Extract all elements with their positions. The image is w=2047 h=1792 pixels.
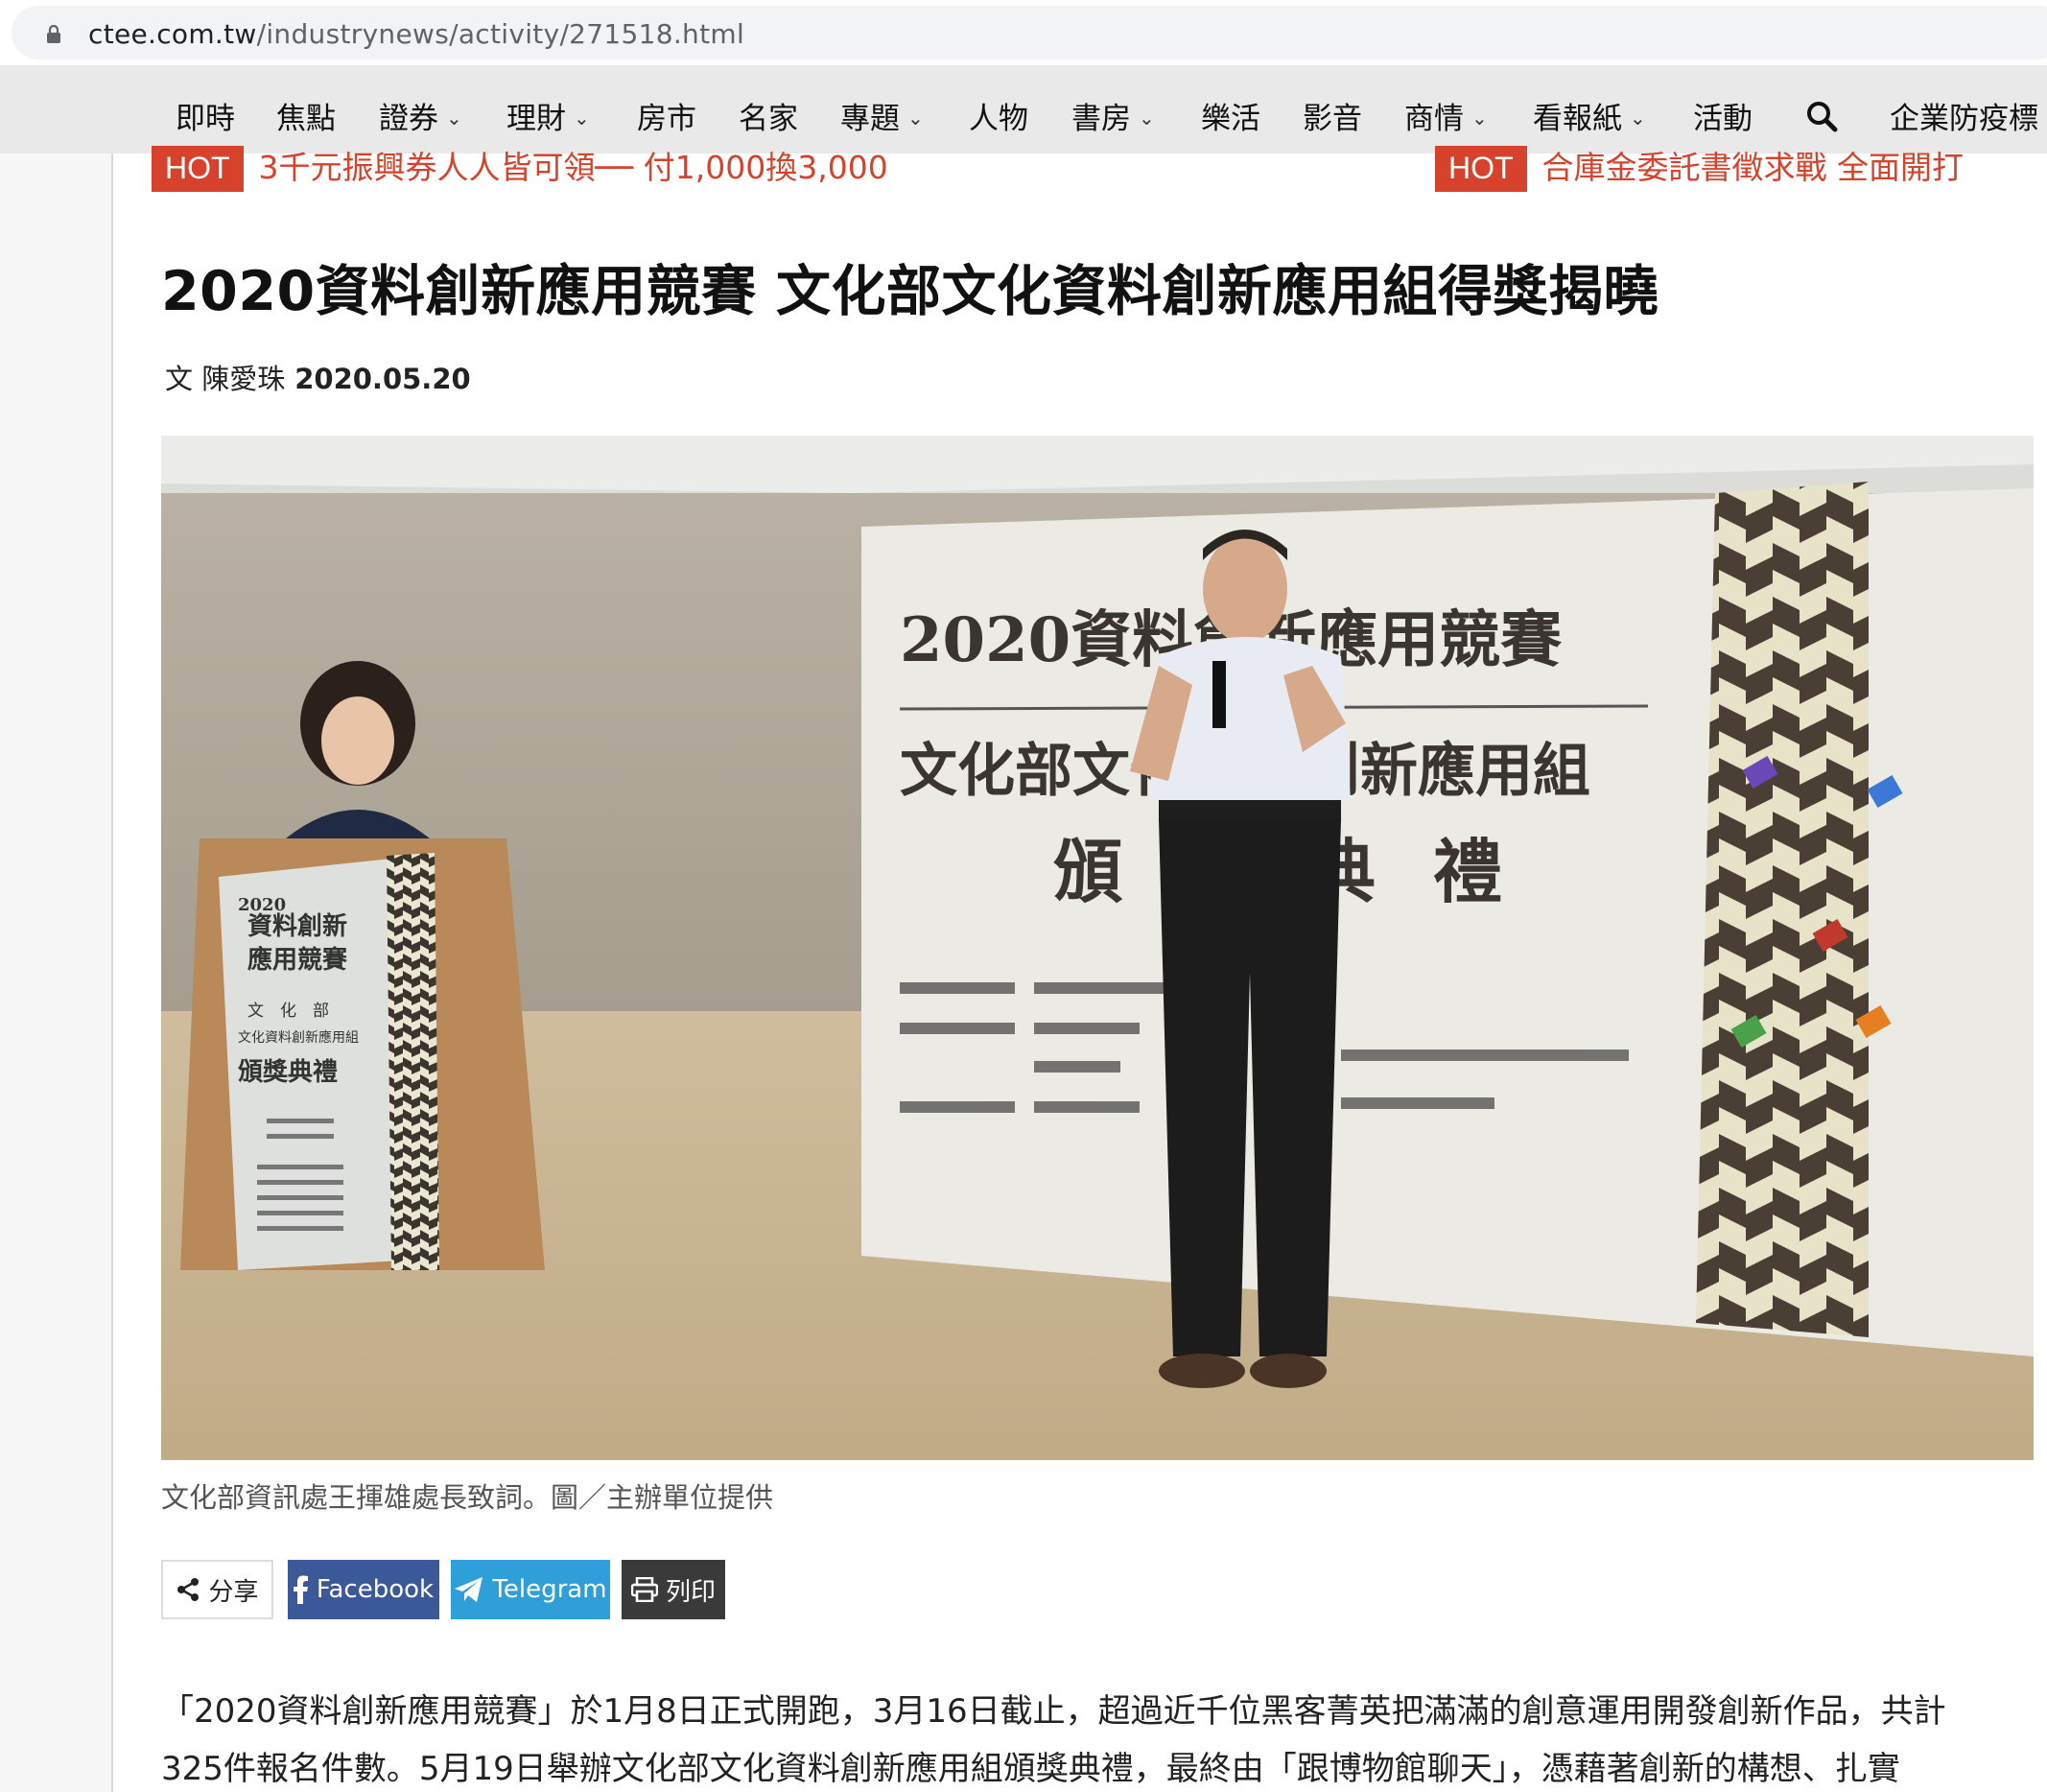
facebook-share-button[interactable]: Facebook: [288, 1560, 439, 1619]
hot-headline: 合庫金委託書徵求戰 全面開打: [1541, 149, 1965, 186]
byline: 文 陳愛珠 2020.05.20: [165, 357, 471, 397]
nav-item-epidemic-prevention[interactable]: 企業防疫標: [1890, 94, 2038, 137]
author: 文 陳愛珠: [165, 363, 286, 395]
telegram-share-button[interactable]: Telegram: [451, 1560, 610, 1619]
chevron-down-icon: ⌄: [446, 106, 462, 130]
telegram-icon: [455, 1577, 483, 1602]
chevron-down-icon: ⌄: [1139, 106, 1155, 130]
publish-date: 2020.05.20: [294, 363, 471, 395]
print-label: 列印: [665, 1577, 716, 1607]
hot-headline: 3千元振興券人人皆可領── 付1,000換3,000: [258, 149, 888, 186]
nav-item-label: 人物: [969, 102, 1028, 136]
nav-item[interactable]: 專題 ⌄: [840, 94, 924, 137]
browser-toolbar: ctee.com.tw/industrynews/activity/271518…: [0, 0, 2047, 65]
address-bar[interactable]: ctee.com.tw/industrynews/activity/271518…: [12, 6, 2047, 59]
nav-item[interactable]: 看報紙 ⌄: [1533, 94, 1646, 137]
chevron-down-icon: ⌄: [1630, 106, 1646, 130]
nav-item-label: 樂活: [1201, 102, 1260, 136]
print-button[interactable]: 列印: [622, 1560, 725, 1619]
nav-item[interactable]: 樂活: [1201, 94, 1260, 137]
nav-item[interactable]: 即時: [176, 94, 235, 137]
nav-item[interactable]: 理財 ⌄: [506, 94, 590, 137]
chevron-down-icon: ⌄: [574, 106, 590, 130]
left-gutter: [0, 153, 113, 1792]
nav-item[interactable]: 焦點: [276, 94, 336, 137]
podium-title2: 應用競賽: [247, 945, 348, 975]
nav-item-label: 即時: [176, 102, 235, 136]
chevron-down-icon: ⌄: [907, 106, 924, 130]
podium-year: 2020: [238, 895, 286, 915]
telegram-label: Telegram: [492, 1575, 607, 1604]
article-photo: 2020資料創新應用競賽 文化部文化資料創新應用組 頒獎典禮 資料創新 應用競賽…: [161, 436, 2034, 1460]
nav-item-label: 焦點: [276, 102, 336, 136]
nav-item-label: 名家: [739, 102, 798, 136]
share-label: 分享: [208, 1577, 259, 1607]
nav-item-label: 專題: [840, 102, 900, 136]
facebook-label: Facebook: [316, 1575, 435, 1604]
nav-item-label: 房市: [637, 102, 696, 136]
search-icon[interactable]: [1805, 100, 1838, 132]
url-text[interactable]: ctee.com.tw/industrynews/activity/271518…: [88, 18, 744, 50]
nav-item[interactable]: 證券 ⌄: [379, 94, 462, 137]
podium-line4: 文化資料創新應用組: [238, 1029, 359, 1046]
nav-item-label: 商情: [1404, 102, 1464, 136]
lock-icon: [47, 25, 60, 43]
nav-item[interactable]: 活動: [1693, 94, 1753, 137]
nav-item-label: 理財: [506, 102, 566, 136]
share-button[interactable]: 分享: [161, 1560, 273, 1619]
main-nav: 即時 焦點 證券 ⌄ 理財 ⌄ 房市 名家 專題 ⌄ 人物 書房 ⌄ 樂活 影音 商情 ⌄ 看報紙 ⌄ 活動 企業防疫標: [0, 65, 2047, 153]
nav-item[interactable]: 房市: [637, 94, 696, 137]
share-icon: [177, 1578, 200, 1601]
nav-item[interactable]: 書房 ⌄: [1071, 94, 1155, 137]
nav-item[interactable]: 人物: [969, 94, 1028, 137]
photo-caption: 文化部資訊處王揮雄處長致詞。圖／主辦單位提供: [161, 1481, 774, 1514]
nav-item-label: 看報紙: [1533, 102, 1622, 136]
nav-item[interactable]: 影音: [1303, 94, 1362, 137]
article-title: 2020資料創新應用競賽 文化部文化資料創新應用組得獎揭曉: [161, 260, 1659, 323]
printer-icon: [630, 1577, 658, 1602]
nav-item[interactable]: 商情 ⌄: [1404, 94, 1488, 137]
hot-badge: HOT: [1435, 146, 1527, 192]
podium-title1: 資料創新: [247, 911, 347, 941]
hot-link-1[interactable]: HOT 3千元振興券人人皆可領── 付1,000換3,000: [152, 146, 1015, 192]
nav-item-label: 證券: [379, 102, 438, 136]
article-paragraph-line: 「2020資料創新應用競賽」於1月8日正式開跑，3月16日截止，超過近千位黑客菁…: [161, 1692, 1946, 1731]
hot-link-2[interactable]: HOT 合庫金委託書徵求戰 全面開打: [1435, 146, 2047, 192]
nav-item[interactable]: 名家: [739, 94, 798, 137]
article-paragraph-line: 325件報名件數。5月19日舉辦文化部文化資料創新應用組頒獎典禮，最終由「跟博物…: [161, 1750, 1900, 1788]
nav-item-label: 影音: [1303, 102, 1362, 136]
facebook-icon: [293, 1575, 308, 1604]
nav-item-label: 書房: [1071, 102, 1131, 136]
hot-badge: HOT: [152, 146, 244, 192]
podium-line5: 頒獎典禮: [237, 1058, 338, 1087]
nav-item-label: 活動: [1693, 102, 1753, 136]
chevron-down-icon: ⌄: [1471, 106, 1488, 130]
url-path: /industrynews/activity/271518.html: [256, 18, 745, 50]
podium-line3: 文 化 部: [247, 1002, 329, 1021]
url-host: ctee.com.tw: [88, 18, 257, 50]
